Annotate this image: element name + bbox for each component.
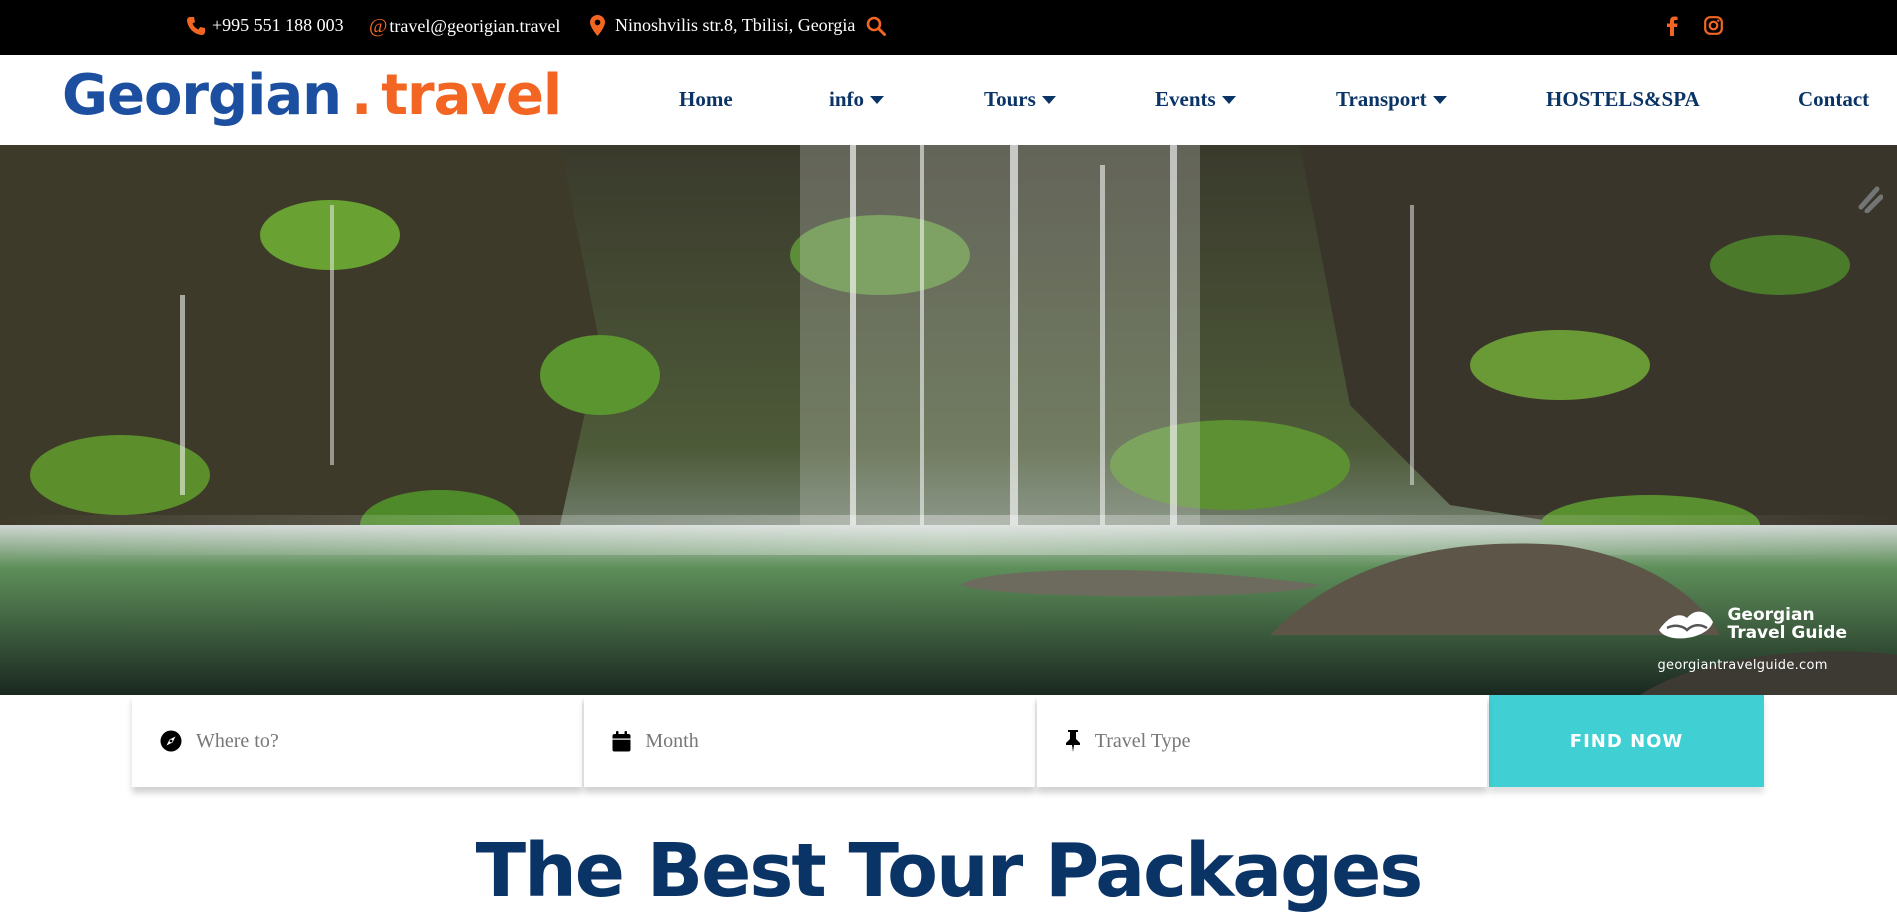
address-text: Ninoshvilis str.8, Tbilisi, Georgia: [615, 15, 856, 35]
nav-info[interactable]: info: [829, 87, 885, 112]
site-logo[interactable]: Georgian . travel: [62, 63, 562, 133]
nav-contact[interactable]: Contact: [1798, 87, 1869, 112]
logo-part1: Georgian: [62, 63, 342, 128]
pushpin-icon: [1065, 730, 1080, 752]
map-marker-icon: [590, 15, 605, 36]
waterfall-image: [0, 145, 1897, 695]
tour-search-bar: FIND NOW: [132, 695, 1765, 787]
address-contact: Ninoshvilis str.8, Tbilisi, Georgia: [590, 15, 855, 36]
section-title: The Best Tour Packages: [475, 828, 1424, 914]
nav-transport[interactable]: Transport: [1336, 87, 1447, 112]
travel-type-field[interactable]: [1036, 695, 1488, 787]
nav-events-label: Events: [1155, 87, 1216, 111]
top-bar: +995 551 188 003 @ travel@georigian.trav…: [0, 0, 1897, 55]
month-input[interactable]: [645, 729, 1006, 753]
georgian-travel-guide-logo-icon: [1659, 611, 1714, 639]
instagram-link[interactable]: [1704, 16, 1723, 35]
caret-down-icon: [1041, 95, 1056, 104]
hero-watermark: Georgian Travel Guide georgiantravelguid…: [1657, 604, 1847, 673]
email-address: travel@georigian.travel: [389, 16, 561, 36]
nav-home[interactable]: Home: [679, 87, 733, 112]
phone-contact[interactable]: +995 551 188 003: [186, 15, 344, 36]
nav-contact-label: Contact: [1798, 87, 1870, 111]
caret-down-icon: [1221, 95, 1236, 104]
caret-down-icon: [870, 95, 885, 104]
find-now-button[interactable]: FIND NOW: [1489, 695, 1765, 787]
travel-type-input[interactable]: [1094, 729, 1455, 753]
instagram-icon[interactable]: [1704, 16, 1723, 35]
watermark-brand-line2: Travel Guide: [1727, 623, 1847, 643]
facebook-icon[interactable]: [1666, 16, 1678, 36]
phone-icon: [187, 16, 205, 35]
email-contact[interactable]: @ travel@georigian.travel: [369, 15, 560, 38]
nav-home-label: Home: [679, 87, 733, 111]
nav-hostels-spa-label: HOSTELS&SPA: [1546, 87, 1700, 111]
search-toggle[interactable]: [866, 16, 886, 36]
phone-number: +995 551 188 003: [212, 15, 344, 35]
nav-transport-label: Transport: [1336, 87, 1427, 111]
where-field[interactable]: [132, 695, 583, 787]
hero-banner: Georgian Travel Guide georgiantravelguid…: [0, 145, 1897, 695]
compass-icon: [160, 730, 182, 752]
logo-part2: travel: [381, 63, 562, 128]
where-input[interactable]: [196, 729, 556, 753]
at-icon: @: [369, 15, 388, 37]
watermark-brand-line1: Georgian: [1727, 605, 1815, 625]
site-header: Georgian . travel Home info Tours Events…: [0, 55, 1897, 145]
calendar-icon: [612, 730, 631, 751]
nav-hostels-spa[interactable]: HOSTELS&SPA: [1546, 87, 1700, 112]
month-field[interactable]: [584, 695, 1035, 787]
nav-tours[interactable]: Tours: [984, 87, 1056, 112]
caret-down-icon: [1432, 95, 1447, 104]
facebook-link[interactable]: [1666, 16, 1678, 36]
nav-tours-label: Tours: [984, 87, 1036, 111]
nav-info-label: info: [829, 87, 865, 111]
slider-next-arrow-icon[interactable]: [1857, 183, 1883, 213]
search-icon[interactable]: [866, 16, 886, 36]
watermark-url: georgiantravelguide.com: [1657, 658, 1828, 673]
nav-events[interactable]: Events: [1155, 87, 1236, 112]
logo-dot: .: [350, 63, 372, 128]
